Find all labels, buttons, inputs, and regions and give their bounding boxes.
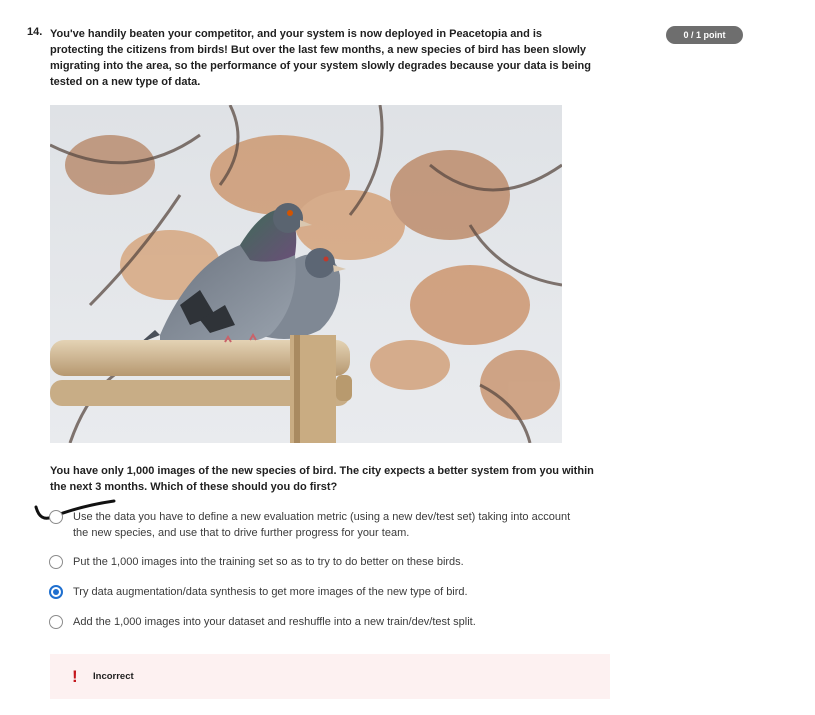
answer-option-3[interactable]: Try data augmentation/data synthesis to … (48, 584, 588, 600)
question-image (50, 105, 562, 443)
option-label: Try data augmentation/data synthesis to … (73, 586, 468, 598)
answer-option-4[interactable]: Add the 1,000 images into your dataset a… (48, 614, 588, 630)
answer-option-2[interactable]: Put the 1,000 images into the training s… (48, 554, 588, 570)
radio-button[interactable] (49, 510, 63, 524)
feedback-text: Incorrect (93, 671, 134, 682)
question-number: 14. (27, 26, 43, 38)
answer-option-1[interactable]: Use the data you have to define a new ev… (48, 509, 588, 541)
option-label: Add the 1,000 images into your dataset a… (73, 616, 476, 628)
radio-button-selected[interactable] (49, 585, 63, 599)
exclamation-icon: ! (72, 666, 78, 686)
feedback-banner: ! Incorrect (50, 654, 610, 699)
option-label: Put the 1,000 images into the training s… (73, 556, 464, 568)
question-text: You've handily beaten your competitor, a… (50, 28, 591, 88)
option-label: Use the data you have to define a new ev… (73, 511, 571, 539)
radio-button[interactable] (49, 615, 63, 629)
points-badge: 0 / 1 point (666, 26, 743, 44)
radio-button[interactable] (49, 555, 63, 569)
subquestion-text: You have only 1,000 images of the new sp… (50, 465, 594, 493)
